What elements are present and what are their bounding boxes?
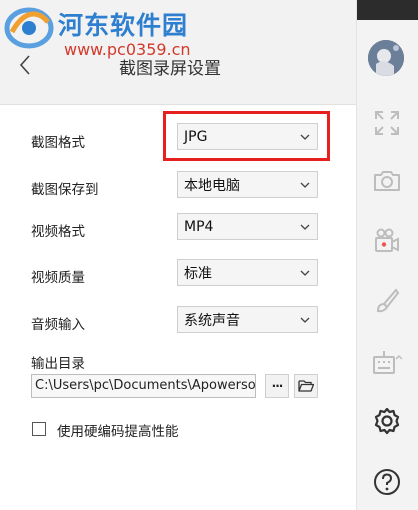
video-record-button[interactable]: [372, 226, 402, 256]
video-format-select[interactable]: MP4: [177, 213, 318, 240]
video-camera-icon: [375, 228, 399, 252]
hardware-encoding-label: 使用硬编码提高性能: [57, 424, 179, 440]
output-dir-more-button[interactable]: ···: [265, 374, 289, 398]
screenshot-save-select[interactable]: 本地电脑: [177, 171, 318, 198]
fullscreen-button[interactable]: [372, 108, 402, 138]
watermark-logo-icon: [4, 7, 54, 49]
help-button[interactable]: [372, 467, 402, 497]
keyboard-icon: [373, 351, 402, 374]
folder-open-icon: [298, 380, 314, 392]
back-button[interactable]: [12, 50, 38, 80]
help-icon: [374, 469, 400, 495]
output-dir-label: 输出目录: [31, 356, 85, 372]
sidebar-rail: [356, 0, 418, 510]
screenshot-format-select[interactable]: JPG: [177, 123, 318, 150]
screenshot-save-label: 截图保存到: [31, 182, 99, 198]
draw-button[interactable]: [372, 286, 402, 316]
camera-button[interactable]: [372, 166, 402, 196]
screenshot-save-value: 本地电脑: [184, 177, 240, 194]
chevron-left-icon: [19, 55, 30, 75]
chevron-down-icon: [300, 317, 310, 323]
video-quality-label: 视频质量: [31, 270, 85, 286]
output-dir-input[interactable]: C:\Users\pc\Documents\Apowersoft: [31, 374, 256, 398]
video-quality-select[interactable]: 标准: [177, 259, 318, 286]
gear-icon: [374, 407, 400, 435]
avatar-icon: [368, 40, 404, 76]
audio-input-select[interactable]: 系统声音: [177, 306, 318, 333]
video-quality-value: 标准: [184, 265, 212, 282]
fullscreen-icon: [375, 111, 399, 135]
keyboard-button[interactable]: [372, 348, 402, 378]
camera-icon: [374, 171, 400, 191]
avatar[interactable]: [368, 40, 404, 76]
video-format-value: MP4: [184, 218, 214, 235]
audio-input-value: 系统声音: [184, 312, 240, 329]
video-format-label: 视频格式: [31, 224, 85, 240]
open-folder-button[interactable]: [294, 374, 318, 398]
screenshot-format-value: JPG: [184, 128, 208, 145]
audio-input-label: 音频输入: [31, 317, 85, 333]
settings-panel: 河东软件园 www.pc0359.cn 截图录屏设置 截图格式 JPG 截图保存…: [0, 0, 356, 510]
hardware-encoding-checkbox[interactable]: [32, 422, 46, 436]
chevron-down-icon: [300, 270, 310, 276]
screenshot-format-label: 截图格式: [31, 135, 85, 151]
chevron-down-icon: [300, 134, 310, 140]
chevron-down-icon: [300, 224, 310, 230]
rail-top-strip: [357, 0, 418, 20]
settings-button[interactable]: [372, 406, 402, 436]
settings-header: 河东软件园 www.pc0359.cn 截图录屏设置: [0, 0, 356, 105]
brush-icon: [376, 288, 400, 313]
watermark-title: 河东软件园: [58, 11, 189, 40]
more-icon: ···: [271, 379, 284, 393]
chevron-down-icon: [300, 182, 310, 188]
page-title: 截图录屏设置: [119, 59, 221, 79]
